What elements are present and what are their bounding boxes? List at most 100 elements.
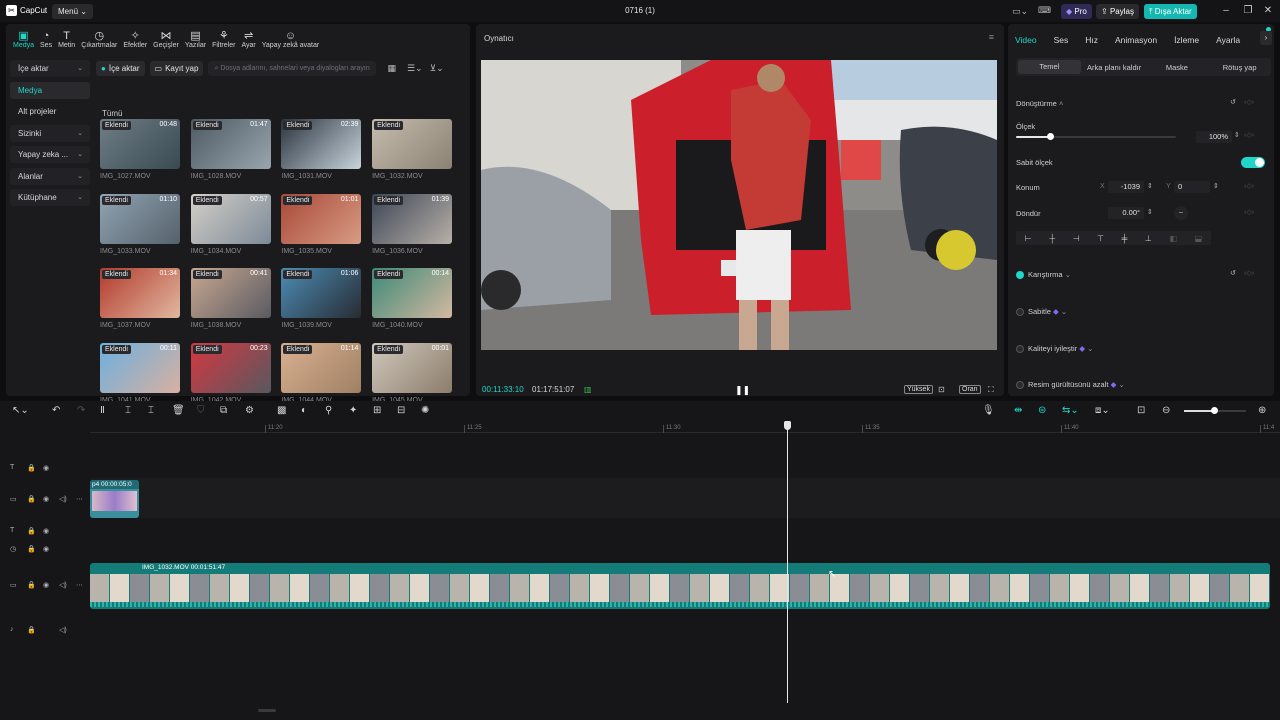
split-view-icon[interactable]: ⧈⌄ [1095, 405, 1110, 416]
stepper-icon[interactable]: ⇕ [1147, 182, 1153, 190]
rotate-field[interactable]: 0.00° [1108, 207, 1144, 219]
record-button[interactable]: ▭ Kayıt yap [149, 60, 204, 76]
maximize-icon[interactable]: ❐ [1242, 5, 1254, 17]
enhance-label[interactable]: Kaliteyi iyileştir ◆ ⌄ [1028, 344, 1093, 353]
tool-effects[interactable]: ✧ Efektler [120, 28, 150, 50]
media-item[interactable]: Eklendi00:11IMG_1041.MOV [100, 343, 180, 404]
tool-filters[interactable]: ⚘ Filtreler [209, 28, 238, 50]
tool-transitions[interactable]: ⋈ Geçişler [150, 28, 182, 50]
pause-icon[interactable]: ❚❚ [735, 385, 750, 396]
blend-label[interactable]: Karıştırma ⌄ [1028, 270, 1071, 279]
keyframe-icon[interactable]: ‹◇› [1244, 182, 1254, 190]
tool-adjust[interactable]: ⇌ Ayar [238, 28, 258, 50]
shield-icon[interactable]: ⛉ [197, 405, 205, 416]
align-center-icon[interactable]: ┼ [1049, 234, 1055, 243]
audio-icon[interactable]: ◁) [59, 626, 67, 634]
zoom-slider-handle[interactable] [1211, 407, 1218, 414]
freeze-icon[interactable]: ⊞ [373, 405, 381, 416]
trim-left-icon[interactable]: ⌶ [125, 405, 131, 416]
scale-field[interactable]: 100% [1196, 131, 1232, 143]
media-thumbnail[interactable]: Eklendi 01:14 [281, 343, 362, 394]
inspector-tab[interactable]: Animasyon [1115, 35, 1157, 45]
audio-icon[interactable]: ◁) [59, 495, 67, 503]
waveform-icon[interactable]: ▥ [584, 385, 592, 394]
media-thumbnail[interactable]: Eklendi 00:23 [190, 343, 271, 394]
align-bottom-icon[interactable]: ⊥ [1145, 234, 1152, 243]
transform-header[interactable]: Dönüştürme ˄ [1016, 99, 1063, 108]
keyframe-icon[interactable]: ‹◇› [1244, 98, 1254, 106]
blend-checkbox[interactable] [1016, 271, 1024, 279]
media-item[interactable]: Eklendi01:14IMG_1044.MOV [281, 343, 362, 404]
media-thumbnail[interactable]: Eklendi 02:39 [281, 119, 362, 169]
filter-icon[interactable]: ⊻⌄ [430, 63, 444, 74]
tool-ai-avatar[interactable]: ☺ Yapay zekâ avatar [259, 28, 322, 50]
image-icon[interactable]: ▩ [277, 405, 286, 416]
eye-icon[interactable]: ◉ [43, 527, 49, 535]
media-item[interactable]: Eklendi 02:39 IMG_1031.MOV [281, 119, 362, 180]
media-item[interactable]: Eklendi 00:14 IMG_1040.MOV [372, 268, 453, 329]
crop-icon[interactable]: ⧉ [220, 405, 227, 416]
link-icon[interactable]: ⇹ [1014, 405, 1022, 416]
media-item[interactable]: Eklendi 01:06 IMG_1039.MOV [281, 268, 362, 329]
media-item[interactable]: Eklendi00:01IMG_1045.MOV [372, 343, 453, 404]
media-thumbnail[interactable]: Eklendi 01:34 [100, 268, 180, 319]
time-ruler[interactable]: 11:20 11:25 11:30 11:35 11:40 11:4 [90, 423, 1280, 433]
main-clip[interactable]: IMG_1032.MOV 00:01:51:47 [90, 563, 1270, 609]
layout-icon[interactable]: ▭⌄ [1012, 6, 1028, 17]
flip-v-icon[interactable]: ⬓ [1195, 234, 1203, 243]
microphone-icon[interactable]: 🎙 [982, 405, 995, 416]
align-top-icon[interactable]: ⊤ [1097, 234, 1104, 243]
fullscreen-icon[interactable]: ⛶ [988, 385, 994, 395]
media-thumbnail[interactable]: Eklendi 00:14 [372, 268, 453, 319]
stepper-icon[interactable]: ⇕ [1213, 182, 1219, 190]
sort-icon[interactable]: ☰⌄ [407, 63, 423, 74]
scale-slider-handle[interactable] [1046, 133, 1054, 140]
sidebar-item[interactable]: Alanlar ⌄ [10, 167, 90, 185]
menu-icon[interactable]: ≡ [989, 32, 994, 42]
media-item[interactable]: Eklendi IMG_1032.MOV [372, 119, 453, 180]
zoom-slider[interactable] [1184, 407, 1246, 414]
playhead-line[interactable] [787, 421, 788, 703]
ai-tool-icon[interactable]: ⚙ [245, 405, 254, 416]
inspector-subtab[interactable]: Rötuş yap [1208, 63, 1271, 72]
lock-icon[interactable]: 🔒 [27, 464, 36, 472]
stepper-icon[interactable]: ⇕ [1147, 208, 1153, 216]
tool-media[interactable]: ▣ Medya [10, 28, 37, 50]
person-icon[interactable]: ⚲ [325, 405, 332, 416]
quality-button[interactable]: Yüksek [904, 385, 933, 394]
media-item[interactable]: Eklendi 01:10 IMG_1033.MOV [100, 193, 180, 255]
rotate-dial[interactable]: – [1174, 206, 1188, 220]
media-thumbnail[interactable]: Eklendi 01:01 [281, 193, 362, 244]
inspector-subtab[interactable]: Arka planı kaldır [1083, 63, 1146, 72]
sidebar-item[interactable]: Sizinki ⌄ [10, 124, 90, 142]
zoom-in-icon[interactable]: ⊕ [1258, 405, 1266, 416]
stabilize-label[interactable]: Sabitle ◆ ⌄ [1028, 307, 1067, 316]
inspector-tab[interactable]: Video [1015, 35, 1037, 45]
pro-button[interactable]: ◆ Pro [1061, 4, 1092, 19]
media-item[interactable]: Eklendi 00:41 IMG_1038.MOV [190, 268, 271, 329]
reset-icon[interactable]: ↺ [1230, 98, 1236, 106]
media-item[interactable]: Eklendi 01:34 IMG_1037.MOV [100, 268, 180, 329]
stepper-icon[interactable]: ⇕ [1234, 131, 1240, 139]
magnet-icon[interactable]: ⊜ [1038, 405, 1046, 416]
minimize-icon[interactable]: – [1220, 5, 1232, 17]
eye-icon[interactable]: ◉ [43, 464, 49, 472]
inspector-tab[interactable]: Ses [1054, 35, 1069, 45]
split-icon[interactable]: Ⅱ [100, 405, 105, 416]
zoom-out-icon[interactable]: ⊖ [1162, 405, 1170, 416]
shortcut-icon[interactable]: ⌨ [1038, 5, 1051, 16]
inspector-subtab[interactable]: Maske [1146, 63, 1209, 72]
media-thumbnail[interactable]: Eklendi 01:10 [100, 193, 180, 244]
delete-icon[interactable]: 🗑 [172, 405, 185, 416]
speed-icon[interactable]: ⊟ [397, 405, 405, 416]
chevron-right-icon[interactable]: › [1260, 31, 1272, 45]
ratio-button[interactable]: Oran [959, 385, 981, 394]
pos-x-field[interactable]: -1039 [1108, 181, 1144, 193]
media-thumbnail[interactable]: Eklendi 00:48 [100, 119, 180, 169]
more-icon[interactable]: ⋯ [76, 495, 83, 503]
inspector-tab[interactable]: Hız [1085, 35, 1098, 45]
inspector-tab[interactable]: Ayarla [1216, 35, 1240, 45]
undo-icon[interactable]: ↶ [52, 405, 60, 416]
media-thumbnail[interactable]: Eklendi 00:01 [372, 343, 453, 394]
share-button[interactable]: ⇪ Paylaş [1096, 4, 1139, 19]
